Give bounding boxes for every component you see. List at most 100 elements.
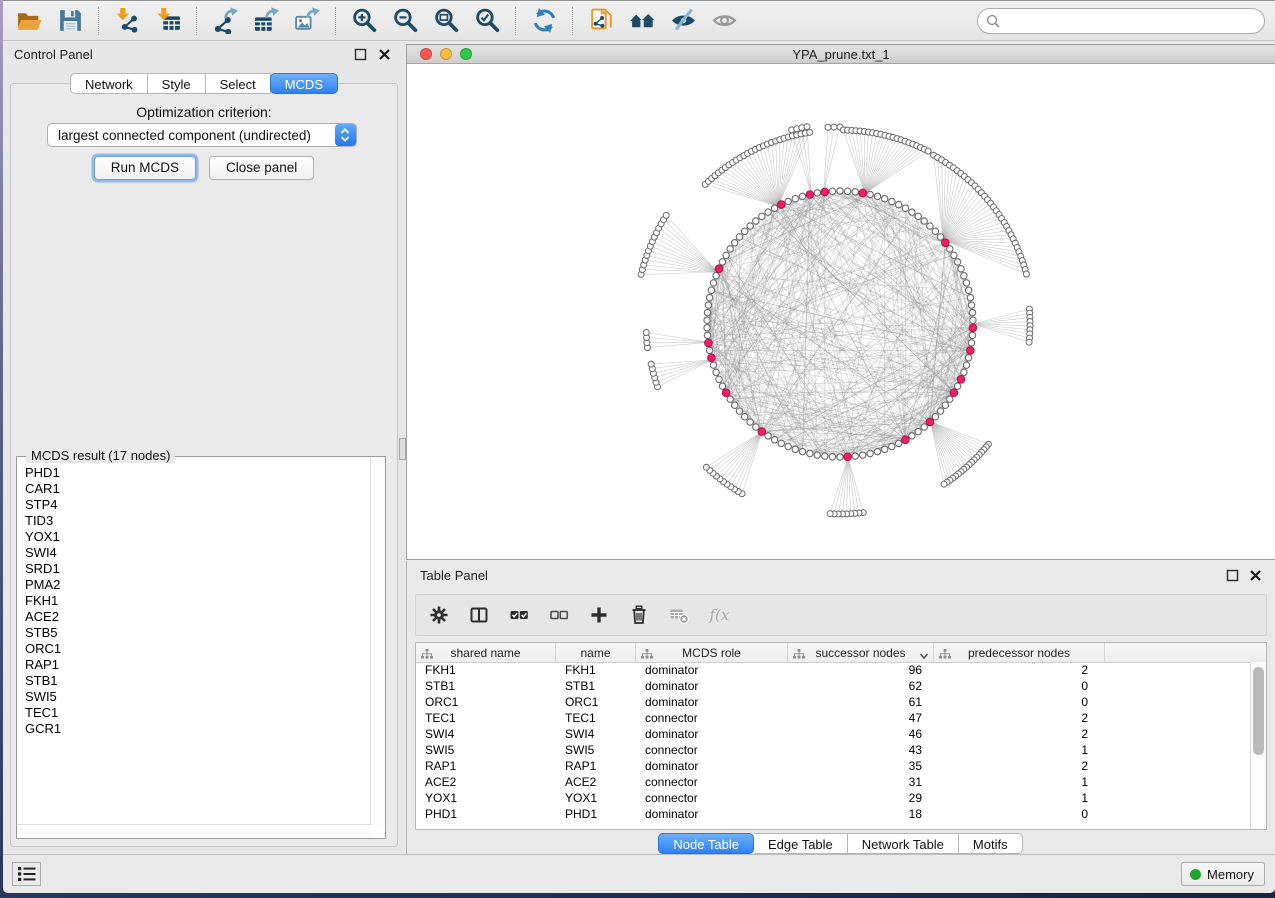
run-mcds-button[interactable]: Run MCDS: [94, 156, 196, 180]
graph-node[interactable]: [814, 452, 820, 458]
graph-node[interactable]: [703, 464, 709, 470]
mcds-result-item[interactable]: PHD1: [18, 465, 370, 481]
close-panel-icon[interactable]: [378, 48, 391, 61]
table-float-window-icon[interactable]: [1226, 569, 1239, 582]
graph-mcds-node[interactable]: [926, 418, 934, 426]
graph-node[interactable]: [799, 193, 805, 199]
export-network-button[interactable]: [205, 4, 246, 37]
graph-node[interactable]: [1026, 339, 1032, 345]
graph-node[interactable]: [753, 424, 759, 430]
graph-node[interactable]: [643, 330, 649, 336]
tab-select[interactable]: Select: [206, 73, 271, 94]
graph-node[interactable]: [831, 124, 837, 130]
close-panel-button[interactable]: Close panel: [209, 156, 314, 180]
save-session-button[interactable]: [50, 4, 91, 37]
graph-mcds-node[interactable]: [821, 188, 829, 196]
graph-node[interactable]: [814, 190, 820, 196]
graph-node[interactable]: [860, 452, 866, 458]
unselect-all-button[interactable]: [548, 604, 570, 626]
tab-network[interactable]: Network: [70, 73, 148, 94]
zoom-in-button[interactable]: [344, 4, 385, 37]
export-image-button[interactable]: [287, 4, 328, 37]
graph-node[interactable]: [706, 294, 712, 300]
graph-node[interactable]: [704, 332, 710, 338]
graph-node[interactable]: [713, 369, 719, 375]
graph-node[interactable]: [963, 362, 969, 368]
graph-node[interactable]: [1023, 271, 1029, 277]
result-vertical-scrollbar[interactable]: [370, 457, 385, 825]
graph-node[interactable]: [753, 218, 759, 224]
graph-node[interactable]: [727, 396, 733, 402]
graph-node[interactable]: [896, 201, 902, 207]
refresh-button[interactable]: [524, 4, 565, 37]
graph-node[interactable]: [965, 355, 971, 361]
search-box[interactable]: [977, 8, 1265, 34]
graph-mcds-node[interactable]: [722, 389, 730, 397]
network-graph[interactable]: [407, 64, 1275, 559]
graph-mcds-node[interactable]: [902, 436, 910, 444]
search-input[interactable]: [1005, 13, 1264, 30]
mcds-result-item[interactable]: TID3: [18, 513, 370, 529]
graph-node[interactable]: [837, 188, 843, 194]
show-hidden-eye-button[interactable]: [704, 4, 745, 37]
graph-node[interactable]: [889, 443, 895, 449]
graph-node[interactable]: [947, 396, 953, 402]
graph-node[interactable]: [759, 213, 765, 219]
graph-node[interactable]: [909, 433, 915, 439]
table-row[interactable]: RAP1RAP1dominator352: [416, 758, 1251, 774]
mcds-result-item[interactable]: FKH1: [18, 593, 370, 609]
graph-mcds-node[interactable]: [806, 191, 814, 199]
graph-node[interactable]: [727, 246, 733, 252]
graph-node[interactable]: [747, 223, 753, 229]
mcds-result-item[interactable]: ORC1: [18, 641, 370, 657]
graph-node[interactable]: [927, 223, 933, 229]
mcds-result-item[interactable]: STP4: [18, 497, 370, 513]
graph-node[interactable]: [958, 266, 964, 272]
graph-node[interactable]: [852, 453, 858, 459]
graph-node[interactable]: [837, 454, 843, 460]
graph-node[interactable]: [732, 402, 738, 408]
settings-button[interactable]: [428, 604, 450, 626]
mcds-result-item[interactable]: PMA2: [18, 577, 370, 593]
table-row[interactable]: FKH1FKH1dominator962: [416, 662, 1251, 678]
graph-node[interactable]: [827, 511, 833, 517]
graph-mcds-node[interactable]: [957, 376, 965, 384]
graph-mcds-node[interactable]: [708, 354, 716, 362]
panel-splitter-grip[interactable]: [399, 438, 406, 460]
memory-button[interactable]: Memory: [1181, 862, 1265, 886]
graph-node[interactable]: [785, 443, 791, 449]
graph-node[interactable]: [723, 252, 729, 258]
graph-mcds-node[interactable]: [705, 339, 713, 347]
graph-node[interactable]: [804, 124, 810, 130]
function-builder-button[interactable]: f(x): [708, 604, 730, 626]
graph-node[interactable]: [710, 362, 716, 368]
graph-node[interactable]: [719, 383, 725, 389]
table-scrollbar-thumb[interactable]: [1253, 667, 1264, 755]
graph-mcds-node[interactable]: [715, 265, 723, 273]
mcds-result-item[interactable]: YOX1: [18, 529, 370, 545]
graph-node[interactable]: [829, 454, 835, 460]
mcds-result-item[interactable]: STB1: [18, 673, 370, 689]
graph-node[interactable]: [896, 440, 902, 446]
graph-node[interactable]: [925, 148, 931, 154]
graph-node[interactable]: [807, 450, 813, 456]
table-close-panel-icon[interactable]: [1249, 569, 1262, 582]
graph-node[interactable]: [963, 280, 969, 286]
graph-node[interactable]: [902, 205, 908, 211]
mcds-result-item[interactable]: TEC1: [18, 705, 370, 721]
graph-node[interactable]: [965, 287, 971, 293]
graph-node[interactable]: [663, 212, 669, 218]
graph-node[interactable]: [882, 196, 888, 202]
graph-mcds-node[interactable]: [859, 189, 867, 197]
float-window-icon[interactable]: [354, 48, 367, 61]
column-header-shared-name[interactable]: shared name: [416, 643, 556, 662]
result-horizontal-scrollbar[interactable]: [17, 824, 371, 838]
graph-node[interactable]: [961, 369, 967, 375]
graph-node[interactable]: [937, 408, 943, 414]
clone-network-button[interactable]: [581, 4, 622, 37]
graph-mcds-node[interactable]: [967, 347, 975, 355]
graph-node[interactable]: [741, 414, 747, 420]
table-row[interactable]: STB1STB1dominator620: [416, 678, 1251, 694]
graph-node[interactable]: [970, 317, 976, 323]
show-all-houses-button[interactable]: [622, 4, 663, 37]
